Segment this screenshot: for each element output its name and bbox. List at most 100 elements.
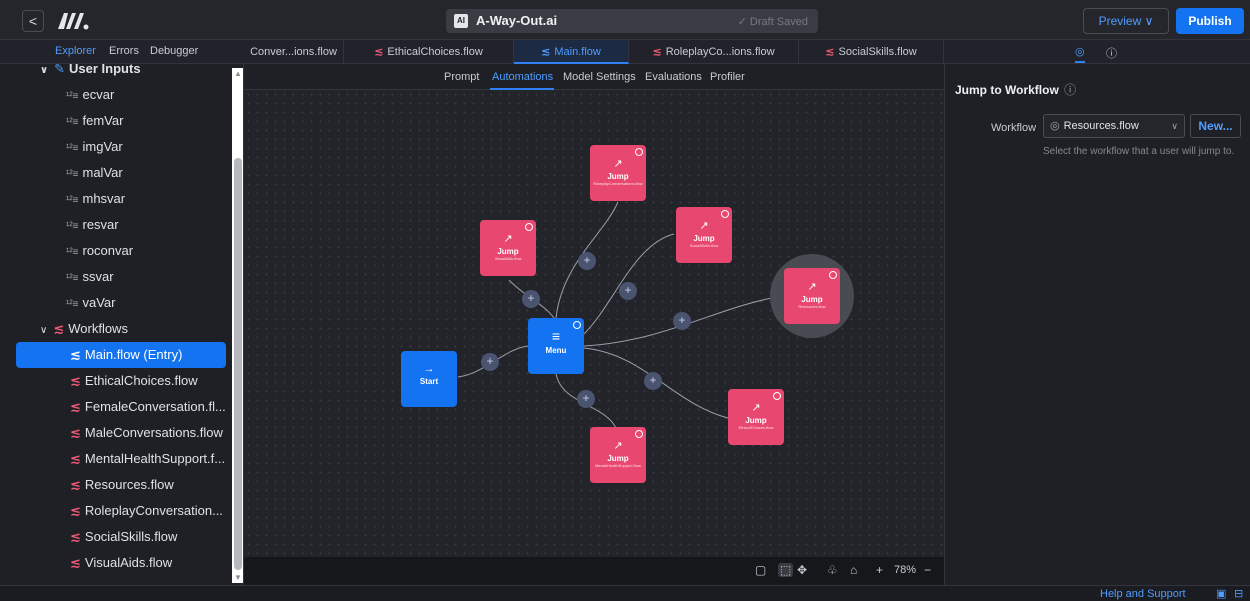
new-workflow-button[interactable]: New... (1190, 114, 1241, 138)
flow-icon: ≲ (541, 46, 551, 58)
collapse-icon[interactable] (635, 430, 643, 438)
settings-tab-icon[interactable]: ◎ (1075, 45, 1085, 63)
chevron-down-icon: ∨ (1171, 121, 1178, 131)
select-tool-icon[interactable]: ⬚ (778, 563, 794, 577)
pan-tool-icon[interactable]: ✥ (797, 563, 807, 577)
workflow-item[interactable]: ≲ MentalHealthSupport.f... (16, 446, 226, 472)
workflow-item[interactable]: ≲ RoleplayConversation... (16, 498, 226, 524)
tab-errors[interactable]: Errors (109, 45, 139, 57)
arrow-up-right-icon: ↗ (699, 220, 709, 232)
layout-icon[interactable]: ▣ (1216, 587, 1226, 600)
auto-layout-icon[interactable]: ♧ (827, 563, 838, 577)
file-tab-ethicalchoices[interactable]: ≲ EthicalChoices.flow (344, 40, 514, 64)
properties-panel: Jump to Workflow ⓘ Workflow ◎ Resources.f… (944, 64, 1250, 585)
add-step-button[interactable]: + (619, 282, 637, 300)
sidebar-scrollbar[interactable]: ▲ ▼ (232, 68, 243, 583)
publish-button[interactable]: Publish (1176, 8, 1244, 34)
sticky-note-icon[interactable]: ▢ (755, 563, 766, 577)
add-step-button[interactable]: + (644, 372, 662, 390)
panel-icon[interactable]: ⊟ (1234, 587, 1243, 600)
ai-badge-icon: AI (454, 14, 468, 28)
variable-item[interactable]: ¹²≡ ssvar (66, 264, 243, 290)
collapse-icon[interactable] (573, 321, 581, 329)
add-step-button[interactable]: + (481, 353, 499, 371)
variable-icon: ¹²≡ (66, 117, 79, 128)
group-workflows[interactable]: ∨ ≲ Workflows (40, 316, 243, 342)
collapse-icon[interactable] (721, 210, 729, 218)
flow-icon: ≲ (70, 425, 81, 440)
variable-item[interactable]: ¹²≡ vaVar (66, 290, 243, 316)
workflow-item-main[interactable]: ≲ Main.flow (Entry) (16, 342, 226, 368)
home-icon[interactable]: ⌂ (850, 563, 857, 577)
flow-icon: ≲ (70, 477, 81, 492)
flow-icon: ≲ (70, 399, 81, 414)
arrow-right-icon: → (423, 363, 435, 375)
file-tab-main[interactable]: ≲ Main.flow (514, 40, 629, 64)
info-icon[interactable]: ⓘ (1064, 83, 1076, 97)
explorer-sidebar: ∨ ✎ User Inputs ¹²≡ ecvar ¹²≡ femVar ¹²≡ imgV… (0, 64, 244, 585)
jump-node-roleplay[interactable]: ↗ Jump RoleplayConversations.flow (590, 145, 646, 201)
project-title: A-Way-Out.ai (476, 13, 558, 28)
zoom-in-button[interactable]: + (876, 563, 883, 577)
tab-debugger[interactable]: Debugger (150, 45, 198, 57)
workflow-item[interactable]: ≲ MaleConversations.flow (16, 420, 226, 446)
collapse-icon[interactable] (525, 223, 533, 231)
scroll-thumb[interactable] (234, 158, 242, 570)
jump-node-visualaids[interactable]: ↗ Jump VisualAids.flow (480, 220, 536, 276)
workflow-item[interactable]: ≲ Resources.flow (16, 472, 226, 498)
workflow-item[interactable]: ≲ EthicalChoices.flow (16, 368, 226, 394)
panel-heading: Jump to Workflow ⓘ (955, 83, 1077, 97)
variable-item[interactable]: ¹²≡ mhsvar (66, 186, 243, 212)
variable-icon: ¹²≡ (66, 221, 79, 232)
variable-item[interactable]: ¹²≡ ecvar (66, 82, 243, 108)
jump-node-mentalhealth[interactable]: ↗ Jump MentalHealthSupport.flow (590, 427, 646, 483)
variable-icon: ¹²≡ (66, 91, 79, 102)
file-tab-conversations[interactable]: Conver...ions.flow (244, 40, 344, 64)
jump-node-socialskills[interactable]: ↗ Jump SocialSkills.flow (676, 207, 732, 263)
tabs-row: Explorer Errors Debugger Conver...ions.f… (0, 40, 1250, 64)
scroll-up-icon[interactable]: ▲ (234, 69, 242, 78)
variable-item[interactable]: ¹²≡ femVar (66, 108, 243, 134)
variable-icon: ¹²≡ (66, 169, 79, 180)
preview-button[interactable]: Preview ∨ (1083, 8, 1169, 34)
add-step-button[interactable]: + (673, 312, 691, 330)
workflow-help-text: Select the workflow that a user will jum… (1043, 146, 1235, 157)
variable-item[interactable]: ¹²≡ roconvar (66, 238, 243, 264)
add-step-button[interactable]: + (522, 290, 540, 308)
flow-icon: ≲ (70, 529, 81, 544)
workflow-item[interactable]: ≲ FemaleConversation.fl... (16, 394, 226, 420)
tab-explorer[interactable]: Explorer (55, 45, 96, 57)
collapse-icon[interactable] (829, 271, 837, 279)
back-button[interactable]: < (22, 10, 44, 32)
workflow-select[interactable]: ◎ Resources.flow ∨ (1043, 114, 1185, 138)
collapse-icon[interactable] (773, 392, 781, 400)
zoom-out-button[interactable]: − (924, 563, 931, 577)
jump-node-resources[interactable]: ↗ Jump Resources.flow (784, 268, 840, 324)
start-node[interactable]: → Start (401, 351, 457, 407)
add-step-button[interactable]: + (578, 252, 596, 270)
info-tab-icon[interactable]: ⓘ (1106, 45, 1117, 61)
top-bar: < AI A-Way-Out.ai ✓ Draft Saved Preview … (0, 0, 1250, 40)
scroll-down-icon[interactable]: ▼ (234, 573, 242, 582)
workflow-item[interactable]: ≲ VisualAids.flow (16, 550, 226, 576)
workflow-item[interactable]: ≲ SocialSkills.flow (16, 524, 226, 550)
flow-icon: ≲ (70, 347, 81, 362)
flow-icon: ≲ (70, 451, 81, 466)
variable-item[interactable]: ¹²≡ imgVar (66, 134, 243, 160)
add-step-button[interactable]: + (577, 390, 595, 408)
group-user-inputs[interactable]: ∨ ✎ User Inputs (40, 64, 243, 82)
file-tab-roleplay[interactable]: ≲ RoleplayCo...ions.flow (629, 40, 799, 64)
workflow-canvas[interactable]: Prompt Automations Model Settings Evalua… (244, 64, 944, 585)
file-tab-socialskills[interactable]: ≲ SocialSkills.flow (799, 40, 944, 64)
variable-icon: ¹²≡ (66, 195, 79, 206)
help-support-link[interactable]: Help and Support (1100, 588, 1186, 600)
collapse-icon[interactable] (635, 148, 643, 156)
variable-item[interactable]: ¹²≡ resvar (66, 212, 243, 238)
project-title-pill[interactable]: AI A-Way-Out.ai ✓ Draft Saved (446, 9, 818, 33)
menu-icon: ≡ (551, 328, 561, 344)
variable-item[interactable]: ¹²≡ malVar (66, 160, 243, 186)
menu-node[interactable]: ≡ Menu (528, 318, 584, 374)
variable-icon: ¹²≡ (66, 273, 79, 284)
chevron-down-icon: ∨ (40, 325, 48, 336)
jump-node-ethicalchoices[interactable]: ↗ Jump EthicalChoices.flow (728, 389, 784, 445)
